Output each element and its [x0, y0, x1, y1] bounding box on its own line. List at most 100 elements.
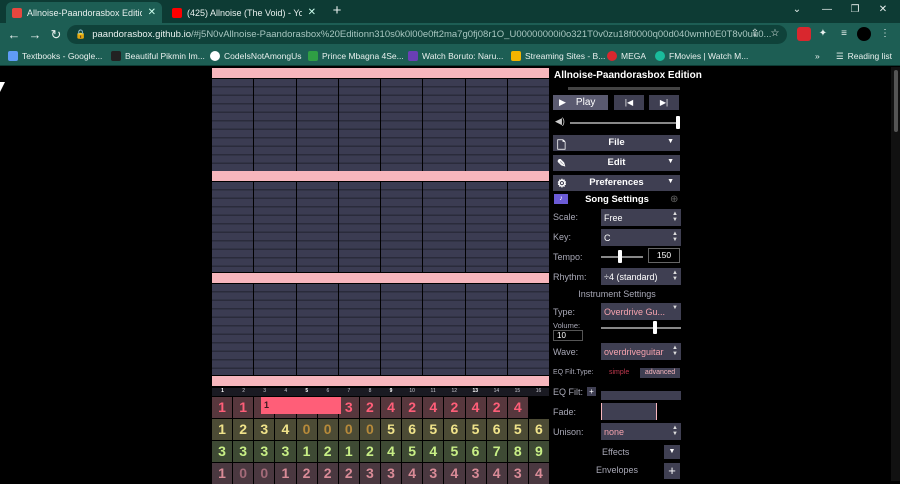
- pattern-slot[interactable]: 6: [465, 441, 486, 462]
- effects-dropdown-button[interactable]: ▼: [664, 445, 680, 459]
- pattern-slot[interactable]: 2: [402, 397, 423, 418]
- preferences-menu[interactable]: ⚙ Preferences ▼: [553, 175, 680, 191]
- channel-2-grid[interactable]: [212, 182, 549, 272]
- pattern-slot[interactable]: 3: [254, 441, 275, 462]
- pattern-cell[interactable]: [507, 284, 549, 375]
- pattern-slot[interactable]: 3: [233, 441, 254, 462]
- pattern-slot[interactable]: 2: [233, 419, 254, 440]
- channel-1-grid[interactable]: [212, 79, 549, 171]
- add-eq-filter-button[interactable]: +: [587, 387, 596, 396]
- add-envelope-button[interactable]: +: [664, 463, 680, 479]
- menu-icon[interactable]: ⋮: [878, 27, 892, 41]
- tab-youtube[interactable]: (425) Allnoise (The Void) - YouTube ✕: [166, 2, 322, 23]
- pattern-slot[interactable]: 0: [338, 419, 359, 440]
- bookmark-boruto[interactable]: Watch Boruto: Naru...: [408, 49, 503, 63]
- pattern-slot[interactable]: 6: [444, 419, 465, 440]
- bookmark-streaming-sites[interactable]: Streaming Sites - B...: [511, 49, 605, 63]
- pattern-cell[interactable]: [338, 79, 380, 171]
- fade-envelope-editor[interactable]: [601, 403, 657, 420]
- bookmark-textbooks[interactable]: Textbooks - Google...: [8, 49, 102, 63]
- minimize-icon[interactable]: —: [812, 0, 842, 23]
- instrument-type-select[interactable]: Overdrive Gu... ▼: [601, 303, 681, 320]
- pattern-slot[interactable]: 5: [507, 419, 528, 440]
- wave-select[interactable]: overdriveguitar ▲ ▼: [601, 343, 681, 360]
- more-bookmarks-icon[interactable]: »: [815, 49, 820, 63]
- puzzle-icon[interactable]: ✦: [816, 27, 830, 41]
- close-tab-icon[interactable]: ✕: [308, 7, 316, 18]
- pattern-slot[interactable]: 3: [254, 419, 275, 440]
- pattern-slot[interactable]: 5: [402, 441, 423, 462]
- pattern-slot[interactable]: 5: [444, 441, 465, 462]
- pattern-slot[interactable]: 2: [486, 397, 507, 418]
- pattern-cell[interactable]: [254, 182, 296, 272]
- pattern-cell[interactable]: [381, 79, 423, 171]
- pattern-slot[interactable]: 2: [444, 397, 465, 418]
- forward-icon[interactable]: →: [26, 26, 44, 44]
- pattern-cell[interactable]: [212, 182, 254, 272]
- bookmark-prince-mbagna[interactable]: Prince Mbagna 4Se...: [308, 49, 404, 63]
- tempo-slider[interactable]: [601, 256, 643, 258]
- pattern-cell[interactable]: [507, 182, 549, 272]
- eq-simple-button[interactable]: simple: [609, 369, 629, 376]
- restore-icon[interactable]: ❐: [840, 0, 870, 23]
- edit-menu[interactable]: ✎ Edit ▼: [553, 155, 680, 171]
- pattern-slot[interactable]: 1: [338, 441, 359, 462]
- pattern-cell[interactable]: [296, 284, 338, 375]
- pattern-slot[interactable]: 1: [212, 397, 233, 418]
- pattern-cell[interactable]: [507, 79, 549, 171]
- pattern-slot[interactable]: 3: [338, 397, 359, 418]
- pattern-slot[interactable]: 5: [381, 419, 402, 440]
- bookmark-pikmin[interactable]: Beautiful Pikmin Im...: [111, 49, 205, 63]
- eq-filter-display[interactable]: [601, 391, 681, 400]
- pattern-slot[interactable]: 5: [465, 419, 486, 440]
- pattern-slot[interactable]: 4: [381, 397, 402, 418]
- pattern-slot[interactable]: 2: [359, 441, 380, 462]
- pattern-cell[interactable]: [465, 284, 507, 375]
- pattern-cell[interactable]: [381, 284, 423, 375]
- close-window-icon[interactable]: ✕: [868, 0, 898, 23]
- instrument-volume-slider[interactable]: [601, 327, 681, 329]
- back-icon[interactable]: ←: [5, 26, 23, 44]
- previous-bar-button[interactable]: |◀: [614, 95, 644, 110]
- pattern-slot[interactable]: 5: [423, 419, 444, 440]
- tempo-knob[interactable]: [618, 250, 622, 263]
- address-bar[interactable]: 🔒 paandorasbox.github.io /#j5N0vAllnoise…: [67, 25, 787, 44]
- reading-list[interactable]: ☰ Reading list: [836, 49, 892, 63]
- pattern-slot[interactable]: 1: [261, 397, 341, 414]
- pattern-slot[interactable]: 2: [359, 397, 380, 418]
- pattern-cell[interactable]: [212, 79, 254, 171]
- pattern-slot[interactable]: 0: [296, 419, 317, 440]
- track-sequencer[interactable]: 12345678910111213141516 1111232324242424…: [212, 388, 549, 484]
- key-select[interactable]: C ▲ ▼: [601, 229, 681, 246]
- pattern-slot[interactable]: 4: [465, 397, 486, 418]
- instrument-volume-knob[interactable]: [653, 321, 657, 334]
- bookmark-codeisnotamongus[interactable]: CodeIsNotAmongUs: [210, 49, 301, 63]
- pattern-cell[interactable]: [338, 284, 380, 375]
- channel-3-grid[interactable]: [212, 284, 549, 375]
- pattern-slot[interactable]: 4: [423, 397, 444, 418]
- pattern-cell[interactable]: [465, 79, 507, 171]
- pattern-cell[interactable]: [296, 79, 338, 171]
- pattern-slot[interactable]: 0: [359, 419, 380, 440]
- pattern-slot[interactable]: 4: [423, 441, 444, 462]
- next-bar-button[interactable]: ▶|: [649, 95, 679, 110]
- pattern-cell[interactable]: [423, 182, 465, 272]
- pattern-cell[interactable]: [381, 182, 423, 272]
- extension-icon[interactable]: [797, 27, 811, 41]
- pattern-cell[interactable]: [212, 284, 254, 375]
- master-volume-knob[interactable]: [676, 116, 680, 129]
- pattern-cell[interactable]: [423, 284, 465, 375]
- pattern-slot[interactable]: 6: [402, 419, 423, 440]
- pattern-slot[interactable]: 4: [381, 441, 402, 462]
- scale-select[interactable]: Free ▲ ▼: [601, 209, 681, 226]
- pattern-cell[interactable]: [254, 79, 296, 171]
- pattern-slot[interactable]: 7: [486, 441, 507, 462]
- rhythm-select[interactable]: ÷4 (standard) ▲ ▼: [601, 268, 681, 285]
- close-tab-icon[interactable]: ✕: [148, 7, 156, 18]
- unison-select[interactable]: none ▲ ▼: [601, 423, 681, 440]
- new-tab-icon[interactable]: +: [328, 2, 346, 20]
- pattern-slot[interactable]: 3: [212, 441, 233, 462]
- pattern-slot[interactable]: 3: [275, 441, 296, 462]
- pattern-cell[interactable]: [465, 182, 507, 272]
- file-menu[interactable]: 🗋 File ▼: [553, 135, 680, 152]
